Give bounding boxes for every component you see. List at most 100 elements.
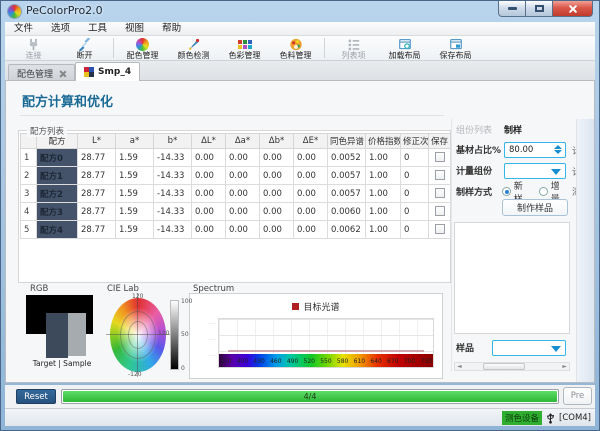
menu-tools[interactable]: 工具 bbox=[79, 22, 116, 36]
toolbar-disconnect[interactable]: 断开 bbox=[59, 36, 110, 60]
toolbar-label: 加载布局 bbox=[389, 51, 421, 60]
document-tab-bar: 配色管理 Smp_4 bbox=[5, 61, 595, 81]
save-checkbox[interactable] bbox=[435, 206, 445, 216]
formula-name-cell[interactable]: 配方3 bbox=[37, 203, 78, 221]
sample-listbox[interactable] bbox=[454, 222, 570, 334]
close-icon bbox=[568, 4, 577, 13]
table-row[interactable]: 5 配方4 28.77 1.59 -14.33 0.00 0.00 0.00 0… bbox=[21, 221, 451, 239]
table-row[interactable]: 3 配方2 28.77 1.59 -14.33 0.00 0.00 0.00 0… bbox=[21, 185, 451, 203]
scroll-gutter bbox=[576, 119, 594, 382]
table-row[interactable]: 4 配方3 28.77 1.59 -14.33 0.00 0.00 0.00 0… bbox=[21, 203, 451, 221]
maximize-button[interactable] bbox=[526, 1, 553, 17]
toolbar-label: 保存布局 bbox=[440, 51, 472, 60]
toolbar-label: 色彩管理 bbox=[229, 51, 261, 60]
axis-tick: 120 bbox=[158, 330, 169, 337]
table-row[interactable]: 1 配方0 28.77 1.59 -14.33 0.00 0.00 0.00 0… bbox=[21, 149, 451, 167]
horizontal-scrollbar[interactable]: ◄ ► bbox=[454, 362, 570, 371]
formula-name-cell[interactable]: 配方1 bbox=[37, 167, 78, 185]
radio-increment[interactable] bbox=[539, 187, 548, 196]
toolbar-load-layout[interactable]: 加载布局 bbox=[379, 36, 430, 60]
col-header: L* bbox=[78, 134, 116, 149]
tab-make-sample[interactable]: 制样 bbox=[504, 123, 522, 138]
cielab-b-axis bbox=[137, 293, 138, 377]
save-checkbox[interactable] bbox=[435, 224, 445, 234]
chart-legend: 目标光谱 bbox=[190, 300, 442, 313]
color-matching-icon bbox=[135, 37, 150, 51]
rgb-caption: Target | Sample bbox=[20, 359, 104, 368]
disconnect-icon bbox=[77, 37, 92, 51]
toolbar-color-matching[interactable]: 配色管理 bbox=[117, 36, 168, 60]
scroll-left-icon[interactable]: ◄ bbox=[457, 364, 462, 370]
x-tick: 610 bbox=[354, 358, 365, 365]
chevron-down-icon bbox=[551, 346, 561, 352]
tab-smp4[interactable]: Smp_4 bbox=[75, 62, 140, 81]
axis-tick: -120 bbox=[128, 371, 142, 378]
x-tick: 580 bbox=[337, 358, 348, 365]
base-ratio-label: 基材占比% bbox=[456, 143, 504, 156]
dosing-component-dropdown[interactable] bbox=[504, 163, 566, 179]
axis-tick: 120 bbox=[132, 293, 143, 300]
col-header: ΔE* bbox=[294, 134, 328, 149]
axis-tick: 50 bbox=[181, 331, 189, 338]
color-detect-icon bbox=[186, 37, 201, 51]
toolbar-label: 配色管理 bbox=[127, 51, 159, 60]
title-bar[interactable]: PeColorPro2.0 bbox=[1, 1, 599, 22]
save-layout-icon bbox=[448, 37, 463, 51]
formula-name-cell[interactable]: 配方2 bbox=[37, 185, 78, 203]
scrollbar-thumb[interactable] bbox=[483, 363, 525, 370]
legend-label: 目标光谱 bbox=[303, 300, 339, 313]
close-button[interactable] bbox=[553, 1, 593, 17]
axis-tick: 100 bbox=[181, 298, 192, 305]
formula-name-cell[interactable]: 配方0 bbox=[37, 149, 78, 167]
toolbar-label: 列表项 bbox=[342, 51, 366, 60]
sample-tab-icon bbox=[84, 67, 94, 77]
save-checkbox[interactable] bbox=[435, 152, 445, 162]
rgb-panel-label: RGB bbox=[30, 284, 48, 294]
reset-button[interactable]: Reset bbox=[16, 389, 56, 404]
table-row[interactable]: 2 配方1 28.77 1.59 -14.33 0.00 0.00 0.00 0… bbox=[21, 167, 451, 185]
radio-new-sample[interactable] bbox=[502, 187, 511, 196]
x-tick: 400 bbox=[237, 358, 248, 365]
base-ratio-spinner[interactable] bbox=[504, 142, 566, 158]
spin-up-icon[interactable] bbox=[554, 145, 562, 149]
sample-dropdown[interactable] bbox=[492, 340, 566, 356]
save-checkbox[interactable] bbox=[435, 188, 445, 198]
col-header: a* bbox=[116, 134, 154, 149]
footer-bar: Reset 4/4 Pre bbox=[5, 385, 595, 408]
col-header: 价格指数 bbox=[366, 134, 401, 149]
sample-label: 样品 bbox=[456, 341, 492, 354]
scroll-right-icon[interactable]: ► bbox=[562, 364, 567, 370]
minimize-button[interactable] bbox=[498, 1, 526, 17]
target-spectrum-curve bbox=[228, 350, 425, 352]
col-header: ΔL* bbox=[192, 134, 226, 149]
sampling-sidebar: 组份列表 制样 基材占比% 计量组份 制样方式 新样 bbox=[451, 119, 578, 372]
spin-down-icon[interactable] bbox=[554, 150, 562, 154]
toolbar-save-layout[interactable]: 保存布局 bbox=[430, 36, 481, 60]
make-sample-button[interactable]: 制作样品 bbox=[502, 199, 568, 216]
lightness-bar bbox=[170, 300, 179, 370]
x-tick: 550 bbox=[320, 358, 331, 365]
menu-options[interactable]: 选项 bbox=[42, 22, 79, 36]
toolbar-colorant-manage[interactable]: 色料管理 bbox=[270, 36, 321, 60]
toolbar-connect: 连接 bbox=[8, 36, 59, 60]
y-tick: ··· bbox=[205, 353, 217, 360]
y-tick: ··· bbox=[205, 321, 217, 328]
pre-button[interactable]: Pre bbox=[563, 387, 592, 405]
col-header: 修正次数 bbox=[401, 134, 429, 149]
formula-table: 配方 L* a* b* ΔL* Δa* Δb* ΔE* 同色异谱 价格指数 修正… bbox=[20, 133, 451, 239]
menu-help[interactable]: 帮助 bbox=[153, 22, 190, 36]
toolbar-separator bbox=[324, 38, 325, 58]
col-header: Δb* bbox=[260, 134, 294, 149]
toolbar-color-detect[interactable]: 颜色检测 bbox=[168, 36, 219, 60]
maximize-icon bbox=[535, 5, 544, 12]
tab-close-icon[interactable] bbox=[59, 70, 66, 77]
formula-name-cell[interactable]: 配方4 bbox=[37, 221, 78, 239]
formula-list-label: 配方列表 bbox=[27, 125, 67, 137]
base-ratio-input[interactable] bbox=[507, 143, 549, 157]
tab-color-matching[interactable]: 配色管理 bbox=[8, 64, 75, 81]
spectrum-chart: 目标光谱 ··· ··· ··· 370 400 430 460 490 520… bbox=[189, 293, 443, 379]
toolbar-color-manage[interactable]: 色彩管理 bbox=[219, 36, 270, 60]
menu-file[interactable]: 文件 bbox=[5, 22, 42, 36]
menu-view[interactable]: 视图 bbox=[116, 22, 153, 36]
save-checkbox[interactable] bbox=[435, 170, 445, 180]
